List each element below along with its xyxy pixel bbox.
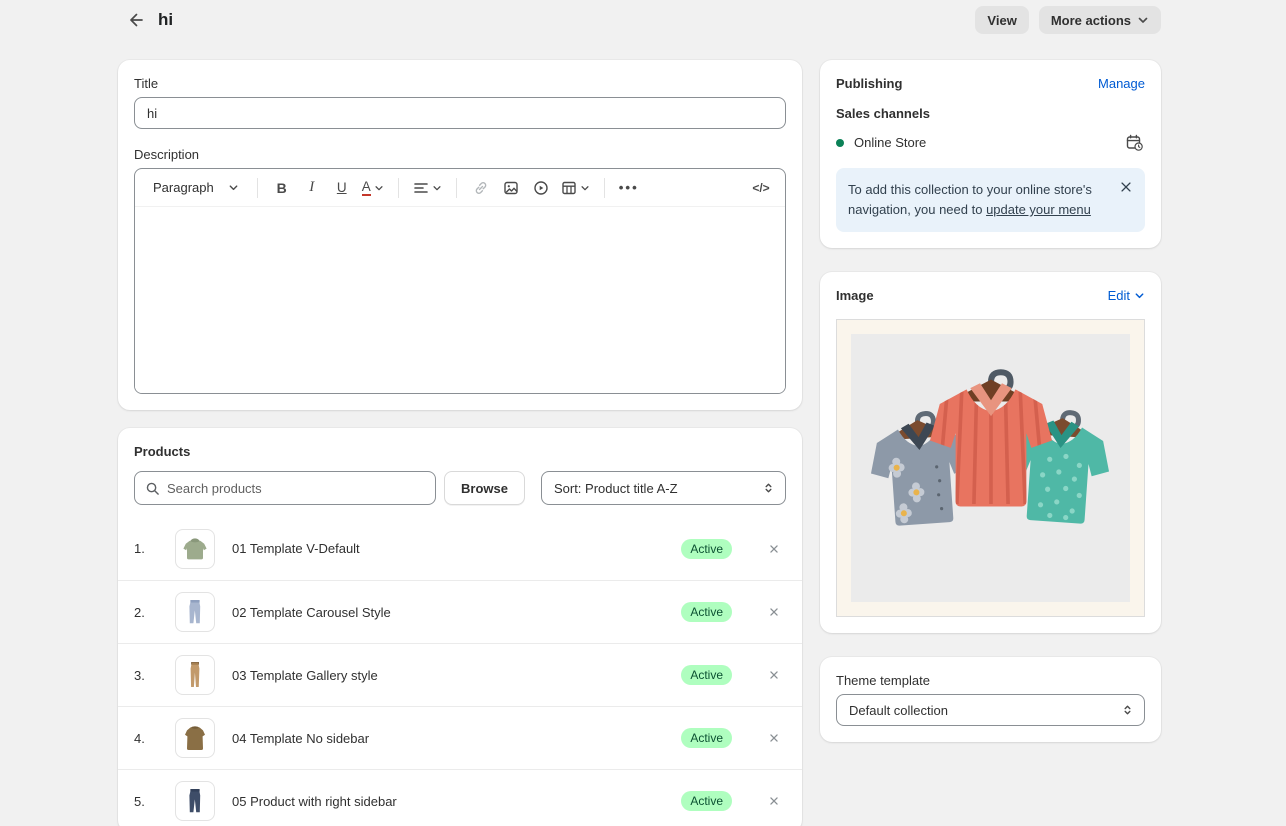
image-icon xyxy=(503,180,519,196)
remove-product-icon[interactable] xyxy=(762,537,786,561)
products-card: Products Browse Sort: Product title A-Z xyxy=(118,428,802,826)
rich-text-editor: Paragraph B I U A xyxy=(134,168,786,394)
status-badge: Active xyxy=(681,791,732,811)
title-label: Title xyxy=(134,76,786,91)
editor-toolbar: Paragraph B I U A xyxy=(135,169,785,207)
paragraph-dropdown[interactable]: Paragraph xyxy=(145,174,247,202)
chevron-down-icon xyxy=(1137,14,1149,26)
align-left-icon xyxy=(413,180,429,196)
insert-image-button[interactable] xyxy=(497,174,525,202)
chevron-down-icon xyxy=(1134,290,1145,301)
image-card: Image Edit xyxy=(820,272,1161,633)
view-button[interactable]: View xyxy=(975,6,1028,34)
page-title: hi xyxy=(158,10,173,30)
sales-channels-label: Sales channels xyxy=(836,106,1145,121)
description-label: Description xyxy=(134,147,786,162)
image-heading: Image xyxy=(836,288,874,303)
description-textarea[interactable] xyxy=(135,207,785,393)
italic-button[interactable]: I xyxy=(298,174,326,202)
remove-product-icon[interactable] xyxy=(762,789,786,813)
update-menu-link[interactable]: update your menu xyxy=(986,202,1091,217)
chevron-down-icon xyxy=(432,183,442,193)
link-button[interactable] xyxy=(467,174,495,202)
arrow-left-icon xyxy=(126,10,146,30)
insert-video-button[interactable] xyxy=(527,174,555,202)
product-title[interactable]: 01 Template V-Default xyxy=(232,541,681,556)
manage-link[interactable]: Manage xyxy=(1098,76,1145,91)
collection-image[interactable] xyxy=(836,319,1145,617)
product-list: 1. 01 Template V-Default Active 2. 0 xyxy=(118,517,802,826)
channel-name: Online Store xyxy=(854,135,1124,150)
status-badge: Active xyxy=(681,665,732,685)
more-actions-button[interactable]: More actions xyxy=(1039,6,1161,34)
product-row: 1. 01 Template V-Default Active xyxy=(118,517,802,580)
theme-template-select[interactable]: Default collection xyxy=(836,694,1145,726)
status-badge: Active xyxy=(681,539,732,559)
play-circle-icon xyxy=(533,180,549,196)
title-input[interactable] xyxy=(134,97,786,129)
product-title[interactable]: 02 Template Carousel Style xyxy=(232,605,681,620)
row-index: 3. xyxy=(134,668,175,683)
status-badge: Active xyxy=(681,602,732,622)
theme-template-card: Theme template Default collection xyxy=(820,657,1161,742)
schedule-calendar-icon[interactable] xyxy=(1124,132,1145,153)
publishing-card: Publishing Manage Sales channels Online … xyxy=(820,60,1161,248)
product-row: 4. 04 Template No sidebar Active xyxy=(118,706,802,769)
updown-chevrons-icon xyxy=(1121,703,1134,717)
row-index: 1. xyxy=(134,541,175,556)
product-title[interactable]: 03 Template Gallery style xyxy=(232,668,681,683)
product-thumbnail-jeans xyxy=(175,781,215,821)
browse-button[interactable]: Browse xyxy=(444,471,525,505)
sales-channel-row: Online Store xyxy=(836,132,1145,153)
updown-chevrons-icon xyxy=(762,481,775,495)
bold-button[interactable]: B xyxy=(268,174,296,202)
search-icon xyxy=(145,481,160,496)
info-banner: To add this collection to your online st… xyxy=(836,168,1145,232)
product-thumbnail-pants xyxy=(175,655,215,695)
back-button[interactable] xyxy=(122,6,150,34)
more-formatting-button[interactable]: ••• xyxy=(615,174,643,202)
page-header: hi View More actions xyxy=(0,2,1286,38)
channel-status-dot xyxy=(836,139,844,147)
row-index: 5. xyxy=(134,794,175,809)
underline-button[interactable]: U xyxy=(328,174,356,202)
close-icon[interactable] xyxy=(1117,178,1135,196)
remove-product-icon[interactable] xyxy=(762,663,786,687)
chevron-down-icon xyxy=(228,182,239,193)
row-index: 4. xyxy=(134,731,175,746)
row-index: 2. xyxy=(134,605,175,620)
table-button[interactable] xyxy=(557,174,594,202)
publishing-heading: Publishing xyxy=(836,76,902,91)
chevron-down-icon xyxy=(580,183,590,193)
details-card: Title Description Paragraph B I xyxy=(118,60,802,410)
search-products-input[interactable] xyxy=(167,481,425,496)
chevron-down-icon xyxy=(374,183,384,193)
banner-text: To add this collection to your online st… xyxy=(848,180,1133,220)
product-row: 5. 05 Product with right sidebar Active xyxy=(118,769,802,826)
table-icon xyxy=(561,180,577,196)
link-icon xyxy=(473,180,489,196)
search-products-box xyxy=(134,471,436,505)
theme-template-label: Theme template xyxy=(836,673,1145,688)
status-badge: Active xyxy=(681,728,732,748)
product-thumbnail-hoodie xyxy=(175,529,215,569)
product-row: 3. 03 Template Gallery style Active xyxy=(118,643,802,706)
alignment-button[interactable] xyxy=(409,174,446,202)
remove-product-icon[interactable] xyxy=(762,726,786,750)
show-html-button[interactable]: </> xyxy=(747,174,775,202)
remove-product-icon[interactable] xyxy=(762,600,786,624)
product-thumbnail-hoodie xyxy=(175,718,215,758)
product-row: 2. 02 Template Carousel Style Active xyxy=(118,580,802,643)
product-title[interactable]: 05 Product with right sidebar xyxy=(232,794,681,809)
products-heading: Products xyxy=(134,444,786,459)
edit-image-dropdown[interactable]: Edit xyxy=(1108,288,1145,303)
sort-select[interactable]: Sort: Product title A-Z xyxy=(541,471,786,505)
product-title[interactable]: 04 Template No sidebar xyxy=(232,731,681,746)
text-color-button[interactable]: A xyxy=(358,174,388,202)
product-thumbnail-jeans xyxy=(175,592,215,632)
